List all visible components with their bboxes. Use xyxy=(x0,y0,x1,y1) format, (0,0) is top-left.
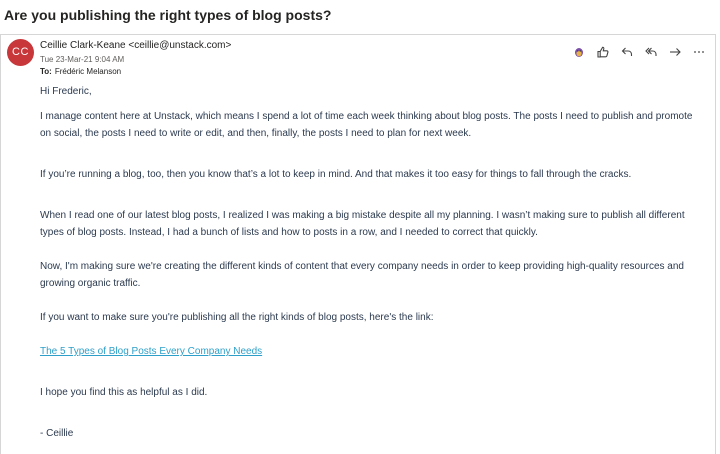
signature: - Ceillie xyxy=(40,428,74,439)
forward-icon[interactable] xyxy=(666,43,683,60)
sent-date: Tue 23-Mar-21 9:04 AM xyxy=(40,55,125,64)
more-icon[interactable] xyxy=(690,43,707,60)
reply-icon[interactable] xyxy=(618,43,635,60)
email-subject: Are you publishing the right types of bl… xyxy=(4,7,332,23)
subject-bar: Are you publishing the right types of bl… xyxy=(0,0,720,34)
closing-line: I hope you find this as helpful as I did… xyxy=(40,387,208,398)
message-actions xyxy=(570,43,707,60)
like-icon[interactable] xyxy=(594,43,611,60)
recipient-name[interactable]: Frédéric Melanson xyxy=(55,67,121,76)
greeting: Hi Frederic, xyxy=(40,86,92,97)
emoji-icon[interactable] xyxy=(570,43,587,60)
reading-pane: CC Ceillie Clark-Keane <ceillie@unstack.… xyxy=(0,34,716,454)
recipient-line: To: Frédéric Melanson xyxy=(40,67,121,76)
body-paragraph: I manage content here at Unstack, which … xyxy=(40,111,693,139)
reply-all-icon[interactable] xyxy=(642,43,659,60)
body-paragraph: If you want to make sure you're publishi… xyxy=(40,312,434,323)
sender-name[interactable]: Ceillie Clark-Keane <ceillie@unstack.com… xyxy=(40,40,231,51)
body-paragraph: Now, I'm making sure we're creating the … xyxy=(40,261,684,289)
message-body: Hi Frederic, I manage content here at Un… xyxy=(40,83,700,442)
blog-post-link[interactable]: The 5 Types of Blog Posts Every Company … xyxy=(40,343,262,360)
body-paragraph: If you’re running a blog, too, then you … xyxy=(40,169,632,180)
body-paragraph: When I read one of our latest blog posts… xyxy=(40,210,685,238)
to-label: To: xyxy=(40,67,52,76)
avatar[interactable]: CC xyxy=(7,39,34,66)
